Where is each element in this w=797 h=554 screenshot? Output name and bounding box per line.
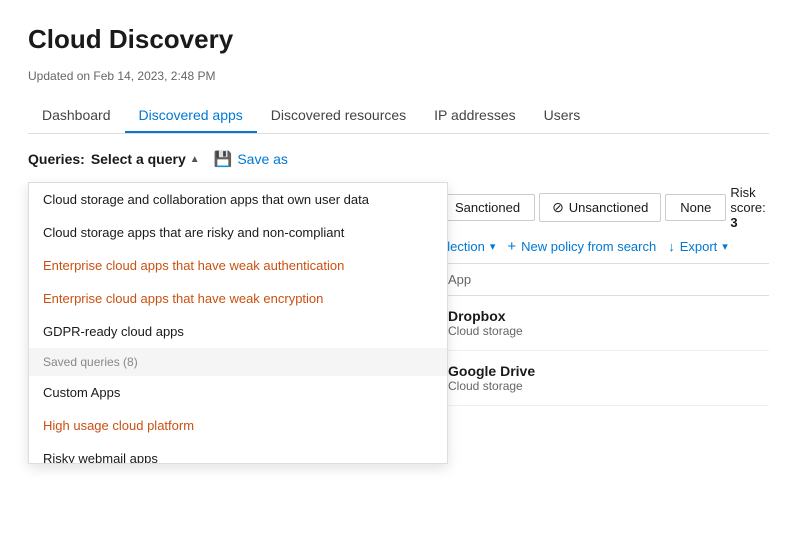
sanctioned-filter-button[interactable]: Sanctioned [440, 194, 535, 221]
action-bar: election ▾ + New policy from search ↓ Ex… [440, 238, 769, 255]
tab-users[interactable]: Users [530, 99, 595, 133]
chevron-up-icon: ▲ [190, 154, 200, 165]
unsanctioned-filter-button[interactable]: ⊘ Unsanctioned [539, 193, 661, 222]
export-chevron-icon: ▾ [722, 240, 728, 253]
dropdown-item-1[interactable]: Cloud storage and collaboration apps tha… [29, 183, 447, 216]
app-name: Google Drive [448, 363, 620, 379]
tabs-row: Dashboard Discovered apps Discovered res… [28, 99, 769, 134]
app-category: Cloud storage [448, 379, 620, 393]
save-icon: 💾 [214, 150, 233, 168]
table-row[interactable]: Dropbox Cloud storage [440, 296, 769, 351]
queries-area: Queries: Select a query ▲ 💾 Save as Clou… [28, 150, 296, 168]
dropdown-item-8[interactable]: Risky webmail apps [29, 442, 447, 463]
dropdown-item-6[interactable]: Custom Apps [29, 376, 447, 409]
risk-score-label: Risk score: 3 [730, 185, 769, 230]
selection-button[interactable]: election ▾ [440, 239, 495, 254]
toolbar-row: Queries: Select a query ▲ 💾 Save as Clou… [28, 150, 769, 168]
app-info-dropbox: Dropbox Cloud storage [440, 308, 620, 338]
dropdown-item-7[interactable]: High usage cloud platform [29, 409, 447, 442]
app-table: App Dropbox Cloud storage Google Drive C… [440, 263, 769, 406]
filter-bar: Sanctioned ⊘ Unsanctioned None Risk scor… [440, 185, 769, 230]
table-row[interactable]: Google Drive Cloud storage [440, 351, 769, 406]
right-panel: Sanctioned ⊘ Unsanctioned None Risk scor… [440, 185, 769, 406]
app-category: Cloud storage [448, 324, 620, 338]
page-title: Cloud Discovery [28, 24, 769, 55]
dropdown-scroll-area[interactable]: Cloud storage and collaboration apps tha… [29, 183, 447, 463]
updated-text: Updated on Feb 14, 2023, 2:48 PM [28, 69, 769, 83]
col-app-header: App [440, 272, 620, 287]
export-icon: ↓ [668, 239, 675, 254]
tab-ip-addresses[interactable]: IP addresses [420, 99, 529, 133]
dropdown-saved-queries-header: Saved queries (8) [29, 348, 447, 376]
export-button[interactable]: ↓ Export ▾ [668, 239, 728, 254]
tab-dashboard[interactable]: Dashboard [28, 99, 125, 133]
tab-discovered-resources[interactable]: Discovered resources [257, 99, 420, 133]
table-header: App [440, 264, 769, 296]
save-as-button[interactable]: 💾 Save as [206, 150, 296, 168]
queries-label: Queries: [28, 151, 85, 167]
dropdown-item-5[interactable]: GDPR-ready cloud apps [29, 315, 447, 348]
unsanctioned-icon: ⊘ [552, 199, 564, 216]
tab-discovered-apps[interactable]: Discovered apps [125, 99, 257, 133]
select-query-button[interactable]: Select a query ▲ [91, 151, 200, 167]
chevron-down-icon: ▾ [490, 240, 496, 253]
none-filter-button[interactable]: None [665, 194, 726, 221]
queries-dropdown-menu: Cloud storage and collaboration apps tha… [28, 182, 448, 464]
dropdown-item-4[interactable]: Enterprise cloud apps that have weak enc… [29, 282, 447, 315]
dropdown-item-2[interactable]: Cloud storage apps that are risky and no… [29, 216, 447, 249]
new-policy-button[interactable]: + New policy from search [507, 238, 656, 255]
dropdown-item-3[interactable]: Enterprise cloud apps that have weak aut… [29, 249, 447, 282]
app-name: Dropbox [448, 308, 620, 324]
plus-icon: + [507, 238, 516, 255]
app-info-googledrive: Google Drive Cloud storage [440, 363, 620, 393]
